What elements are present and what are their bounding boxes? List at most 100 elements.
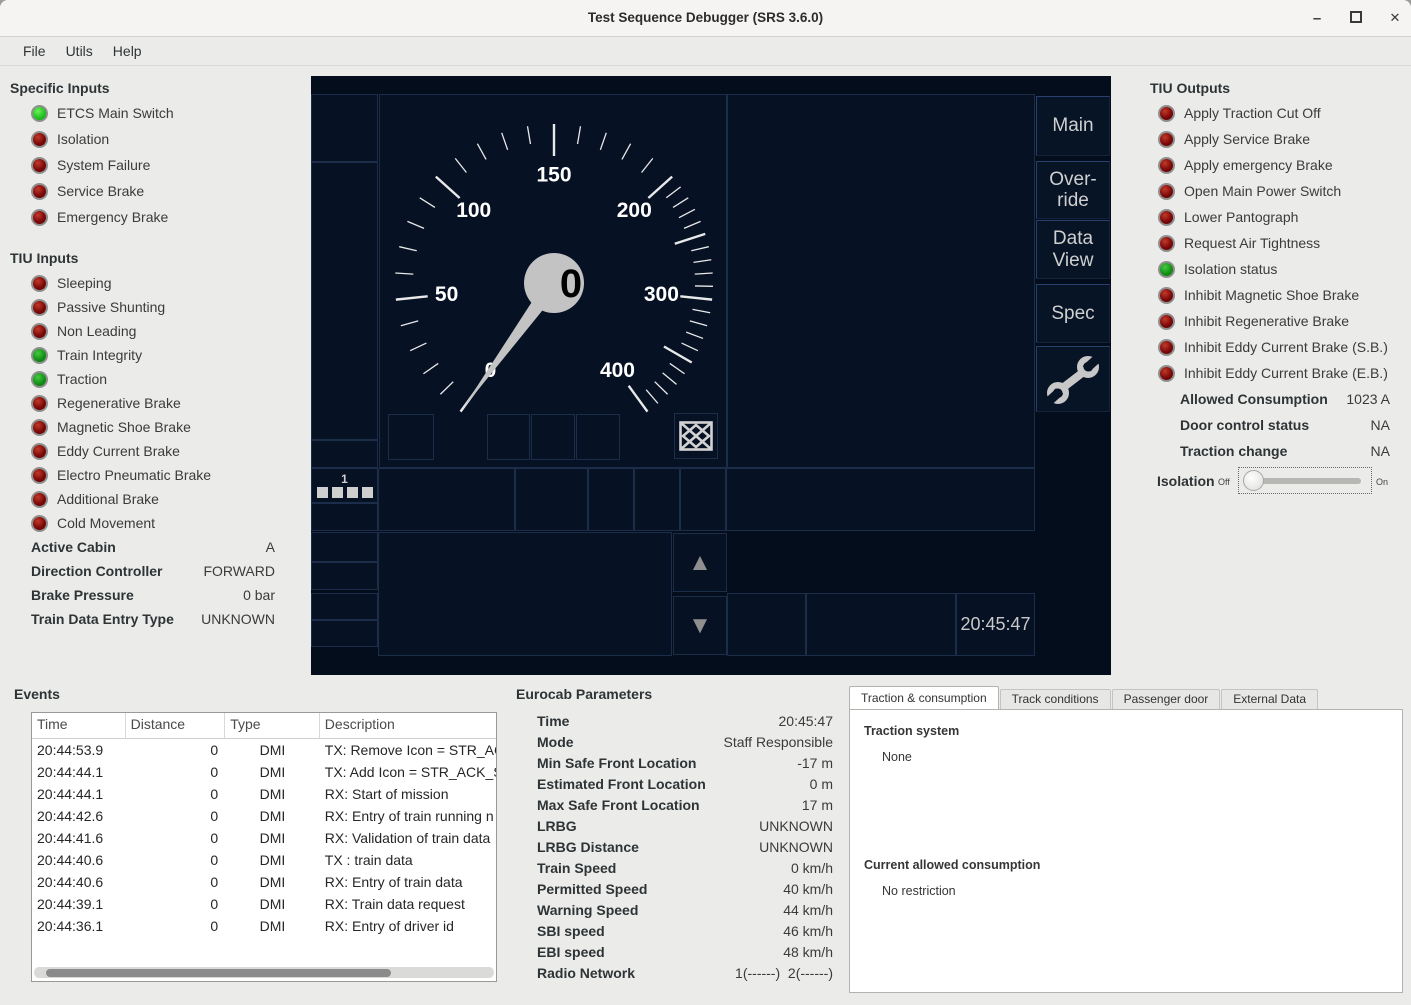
dmi-text-message-area xyxy=(378,532,672,656)
dmi-cell xyxy=(311,593,378,620)
scroll-up-button[interactable]: ▲ xyxy=(673,533,727,592)
maximize-box xyxy=(1350,11,1362,23)
events-col-time[interactable]: Time xyxy=(32,713,126,738)
isolation-slider[interactable] xyxy=(1238,467,1372,494)
event-row[interactable]: 20:44:44.10DMIRX: Start of mission xyxy=(32,783,496,805)
events-horizontal-scrollbar[interactable] xyxy=(34,967,494,978)
event-row[interactable]: 20:44:42.60DMIRX: Entry of train running… xyxy=(32,805,496,827)
status-led[interactable] xyxy=(31,491,48,508)
param-lrbg-distance: LRBG DistanceUNKNOWN xyxy=(537,836,833,857)
param-train-speed: Train Speed0 km/h xyxy=(537,857,833,878)
led-item-eddy-current-brake: Eddy Current Brake xyxy=(31,439,300,463)
event-cell: 0 xyxy=(126,761,226,783)
param-warning-speed: Warning Speed44 km/h xyxy=(537,899,833,920)
status-led[interactable] xyxy=(31,515,48,532)
param-label: Estimated Front Location xyxy=(537,776,706,792)
status-led xyxy=(1158,209,1175,226)
event-cell: 20:44:40.6 xyxy=(32,849,126,871)
status-led[interactable] xyxy=(31,275,48,292)
tab-traction-consumption[interactable]: Traction & consumption xyxy=(849,686,999,709)
led-item-apply-service-brake: Apply Service Brake xyxy=(1158,126,1405,152)
window-title: Test Sequence Debugger (SRS 3.6.0) xyxy=(0,0,1411,36)
led-label: Open Main Power Switch xyxy=(1184,183,1341,199)
event-cell: 0 xyxy=(126,739,226,761)
dmi-button-spec[interactable]: Spec xyxy=(1036,284,1110,343)
isolation-slider-track[interactable] xyxy=(1254,478,1361,484)
level-mark xyxy=(362,487,373,498)
events-scrollbar-thumb[interactable] xyxy=(46,969,391,977)
param-lrbg: LRBGUNKNOWN xyxy=(537,815,833,836)
event-row[interactable]: 20:44:40.60DMITX : train data xyxy=(32,849,496,871)
event-row[interactable]: 20:44:44.10DMITX: Add Icon = STR_ACK_S xyxy=(32,761,496,783)
dmi-cell xyxy=(311,562,378,590)
settings-button[interactable] xyxy=(1036,346,1110,412)
status-led[interactable] xyxy=(31,105,48,122)
wrench-icon xyxy=(1044,353,1102,405)
isolation-label: Isolation xyxy=(1157,473,1215,489)
led-label: Request Air Tightness xyxy=(1184,235,1320,251)
svg-text:100: 100 xyxy=(456,199,491,222)
events-col-type[interactable]: Type xyxy=(225,713,320,738)
tab-external-data[interactable]: External Data xyxy=(1221,689,1318,709)
dmi-button-data-view[interactable]: Data View xyxy=(1036,220,1110,279)
led-label: Inhibit Eddy Current Brake (E.B.) xyxy=(1184,365,1388,381)
tiu-output-params: Allowed Consumption1023 ADoor control st… xyxy=(1158,386,1390,464)
led-item-emergency-brake: Emergency Brake xyxy=(31,204,300,230)
status-led[interactable] xyxy=(31,419,48,436)
status-led[interactable] xyxy=(31,395,48,412)
dmi-cell xyxy=(806,593,956,656)
event-row[interactable]: 20:44:41.60DMIRX: Validation of train da… xyxy=(32,827,496,849)
events-col-description[interactable]: Description xyxy=(320,713,496,738)
menu-help[interactable]: Help xyxy=(103,37,152,65)
status-led[interactable] xyxy=(31,131,48,148)
param-value: A xyxy=(266,539,275,555)
event-row[interactable]: 20:44:36.10DMIRX: Entry of driver id xyxy=(32,915,496,937)
status-led[interactable] xyxy=(31,443,48,460)
titlebar: Test Sequence Debugger (SRS 3.6.0) – ✕ xyxy=(0,0,1411,37)
param-label: Train Speed xyxy=(537,860,616,876)
param-value: 0 m xyxy=(810,776,833,792)
event-cell: 0 xyxy=(126,871,226,893)
dmi-symbol-box xyxy=(388,414,434,460)
dmi-symbol-box xyxy=(674,413,718,459)
dmi-button-main[interactable]: Main xyxy=(1036,96,1110,156)
event-row[interactable]: 20:44:53.90DMITX: Remove Icon = STR_ACK xyxy=(32,739,496,761)
svg-text:400: 400 xyxy=(600,359,635,382)
param-label: EBI speed xyxy=(537,944,605,960)
status-led xyxy=(1158,261,1175,278)
status-led[interactable] xyxy=(31,299,48,316)
led-label: Electro Pneumatic Brake xyxy=(57,467,211,483)
dmi-cell xyxy=(311,503,378,531)
close-icon[interactable]: ✕ xyxy=(1387,10,1403,26)
param-train-data-entry-type: Train Data Entry TypeUNKNOWN xyxy=(31,607,275,631)
status-led[interactable] xyxy=(31,371,48,388)
isolation-slider-knob[interactable] xyxy=(1243,470,1264,491)
scroll-down-button[interactable]: ▼ xyxy=(673,596,727,655)
tab-track-conditions[interactable]: Track conditions xyxy=(1000,689,1111,709)
led-label: Emergency Brake xyxy=(57,209,168,225)
status-led[interactable] xyxy=(31,347,48,364)
event-row[interactable]: 20:44:40.60DMIRX: Entry of train data xyxy=(32,871,496,893)
status-led[interactable] xyxy=(31,323,48,340)
level-mark xyxy=(347,487,358,498)
tab-passenger-door[interactable]: Passenger door xyxy=(1112,689,1221,709)
events-col-distance[interactable]: Distance xyxy=(126,713,226,738)
minimize-icon[interactable]: – xyxy=(1309,10,1325,27)
event-cell: 20:44:41.6 xyxy=(32,827,126,849)
dmi-button-over-ride[interactable]: Over- ride xyxy=(1036,161,1110,219)
status-led[interactable] xyxy=(31,467,48,484)
section-value: No restriction xyxy=(882,884,956,898)
cab-params-list: Active CabinADirection ControllerFORWARD… xyxy=(10,535,275,631)
svg-text:0: 0 xyxy=(560,262,582,306)
status-led[interactable] xyxy=(31,157,48,174)
menu-file[interactable]: File xyxy=(13,37,56,65)
maximize-icon[interactable] xyxy=(1348,11,1364,26)
dmi-cell xyxy=(311,532,378,562)
param-label: Permitted Speed xyxy=(537,881,647,897)
menu-utils[interactable]: Utils xyxy=(56,37,103,65)
crossed-envelope-icon xyxy=(679,421,713,451)
tab-panel: Traction systemNoneCurrent allowed consu… xyxy=(849,709,1403,993)
status-led[interactable] xyxy=(31,209,48,226)
status-led[interactable] xyxy=(31,183,48,200)
event-row[interactable]: 20:44:39.10DMIRX: Train data request xyxy=(32,893,496,915)
